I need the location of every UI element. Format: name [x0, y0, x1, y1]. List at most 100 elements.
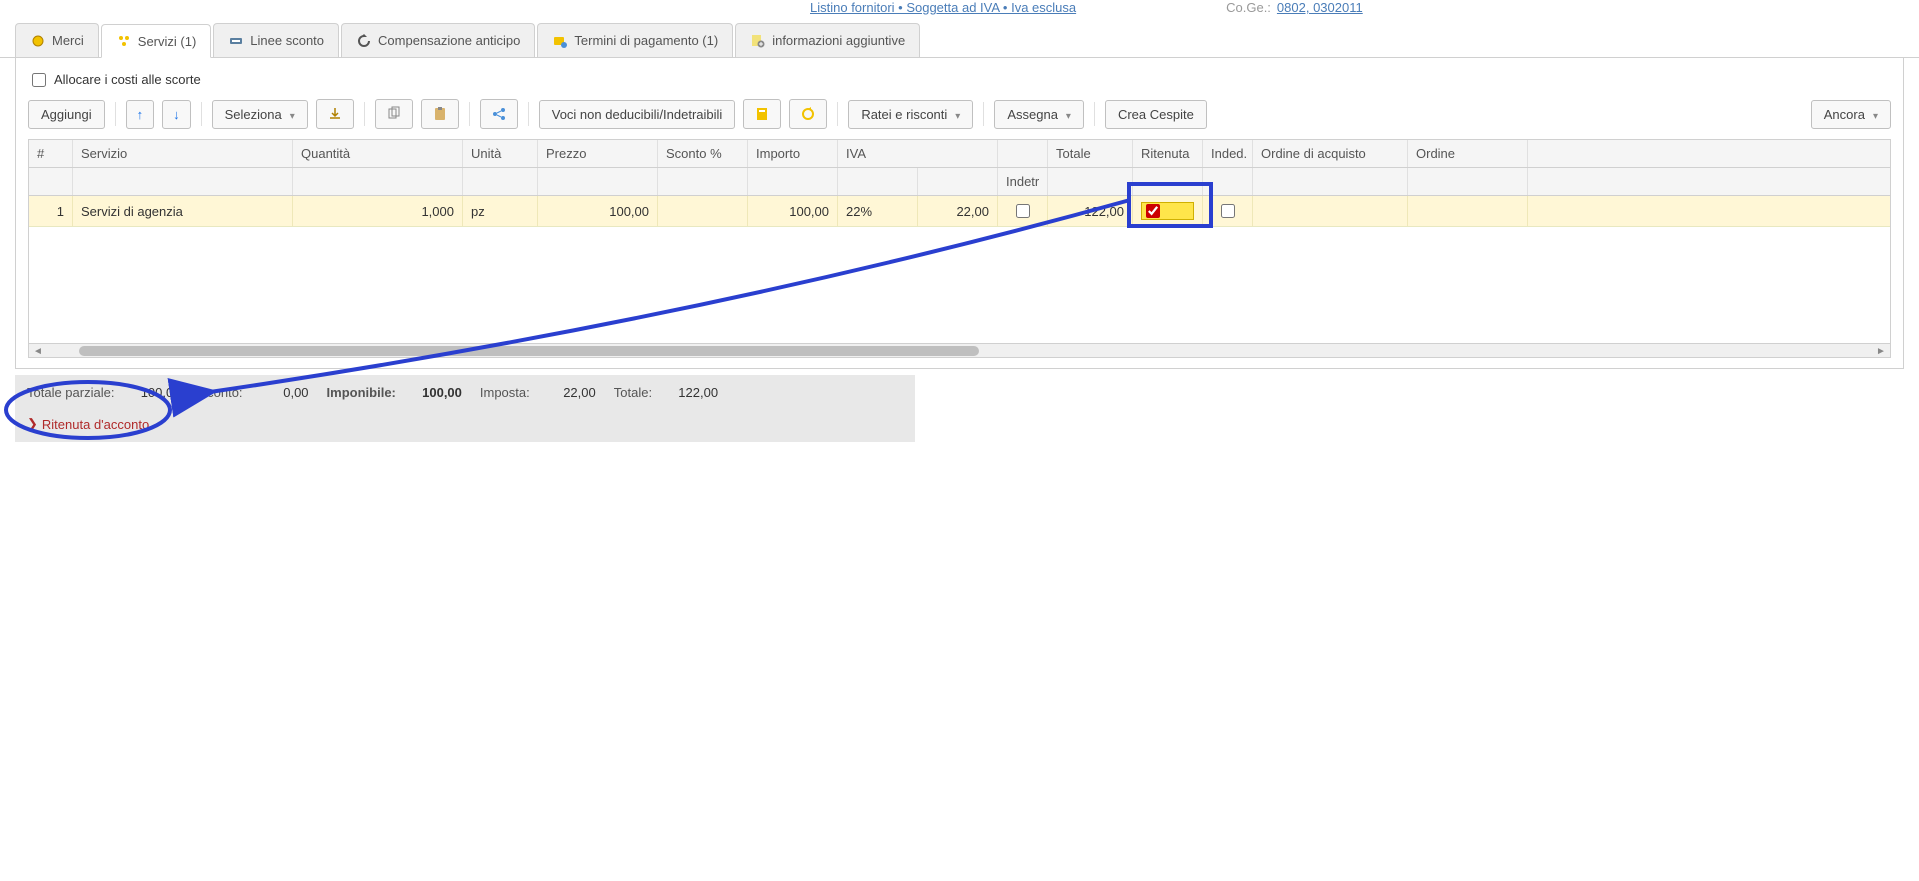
- scroll-thumb[interactable]: [79, 346, 979, 356]
- col-ordine-acq[interactable]: Ordine di acquisto: [1253, 140, 1408, 167]
- cell-unita[interactable]: pz: [463, 196, 538, 226]
- imponibile-val: 100,00: [402, 385, 462, 400]
- select-button[interactable]: Seleziona: [212, 100, 308, 129]
- tab-info-label: informazioni aggiuntive: [772, 33, 905, 48]
- col-indetr-top: [998, 140, 1048, 167]
- discount-icon: [228, 33, 244, 49]
- cell-iva-amt: 22,00: [918, 196, 998, 226]
- voci-button[interactable]: Voci non deducibili/Indetraibili: [539, 100, 736, 129]
- copy-button[interactable]: [375, 99, 413, 129]
- tab-merci-label: Merci: [52, 33, 84, 48]
- col-ritenuta[interactable]: Ritenuta: [1133, 140, 1203, 167]
- paste-button[interactable]: [421, 99, 459, 129]
- tab-servizi-label: Servizi (1): [138, 34, 197, 49]
- horizontal-scrollbar[interactable]: ◄ ►: [29, 343, 1890, 357]
- advance-icon: [356, 33, 372, 49]
- col-unita[interactable]: Unità: [463, 140, 538, 167]
- chevron-right-icon: ❯: [27, 416, 38, 432]
- cell-servizio[interactable]: Servizi di agenzia: [73, 196, 293, 226]
- cell-importo[interactable]: 100,00: [748, 196, 838, 226]
- add-button[interactable]: Aggiungi: [28, 100, 105, 129]
- table-row[interactable]: 1 Servizi di agenzia 1,000 pz 100,00 100…: [29, 196, 1890, 227]
- services-icon: [116, 33, 132, 49]
- arrow-down-icon: [173, 107, 180, 122]
- col-totale[interactable]: Totale: [1048, 140, 1133, 167]
- indetr-checkbox[interactable]: [1016, 204, 1030, 218]
- copy-icon: [386, 106, 402, 122]
- download-icon: [327, 106, 343, 122]
- allocate-checkbox[interactable]: [32, 73, 46, 87]
- tab-servizi[interactable]: Servizi (1): [101, 24, 212, 58]
- col-indetr[interactable]: Indetr: [998, 168, 1048, 195]
- totale-label: Totale:: [614, 385, 652, 400]
- services-grid: # Servizio Quantità Unità Prezzo Sconto …: [28, 139, 1891, 358]
- paste-icon: [432, 106, 448, 122]
- tab-info-agg[interactable]: informazioni aggiuntive: [735, 23, 920, 57]
- ritenuta-acconto-link[interactable]: ❯ Ritenuta d'acconto: [27, 416, 149, 432]
- ancora-button[interactable]: Ancora: [1811, 100, 1891, 129]
- ratei-button[interactable]: Ratei e risconti: [848, 100, 973, 129]
- cell-quantita[interactable]: 1,000: [293, 196, 463, 226]
- goods-icon: [30, 33, 46, 49]
- arrow-up-icon: [137, 107, 144, 122]
- inded-checkbox[interactable]: [1221, 204, 1235, 218]
- tab-linee-label: Linee sconto: [250, 33, 324, 48]
- coge-link[interactable]: 0802, 0302011: [1277, 0, 1363, 15]
- tab-merci[interactable]: Merci: [15, 23, 99, 57]
- cell-prezzo[interactable]: 100,00: [538, 196, 658, 226]
- tab-linee-sconto[interactable]: Linee sconto: [213, 23, 339, 57]
- cell-ordine[interactable]: [1408, 196, 1528, 226]
- scroll-left-icon[interactable]: ◄: [33, 346, 43, 356]
- refresh-button[interactable]: [789, 99, 827, 129]
- cell-indetr[interactable]: [998, 196, 1048, 226]
- refresh-icon: [800, 106, 816, 122]
- totale-parziale-val: 100,00: [120, 385, 180, 400]
- tabs-bar: Merci Servizi (1) Linee sconto Compensaz…: [0, 23, 1919, 58]
- imposta-label: Imposta:: [480, 385, 530, 400]
- calc-button[interactable]: [743, 99, 781, 129]
- cell-ritenuta[interactable]: [1133, 196, 1203, 226]
- cell-inded[interactable]: [1203, 196, 1253, 226]
- move-up-button[interactable]: [126, 100, 155, 129]
- supplier-list-link[interactable]: Listino fornitori • Soggetta ad IVA • Iv…: [810, 0, 1076, 15]
- payment-terms-icon: [552, 33, 568, 49]
- totals-panel: Totale parziale: 100,00 Sconto: 0,00 Impon…: [15, 375, 915, 442]
- ritenuta-checkbox[interactable]: [1146, 204, 1160, 218]
- assegna-button[interactable]: Assegna: [994, 100, 1084, 129]
- ritenuta-link-label: Ritenuta d'acconto: [42, 417, 149, 432]
- col-sconto[interactable]: Sconto %: [658, 140, 748, 167]
- totale-parziale-label: Totale parziale:: [27, 385, 114, 400]
- col-quantita[interactable]: Quantità: [293, 140, 463, 167]
- cell-iva[interactable]: 22%: [838, 196, 918, 226]
- cell-ordine-acq[interactable]: [1253, 196, 1408, 226]
- col-iva[interactable]: IVA: [838, 140, 998, 167]
- imponibile-label: Imponibile:: [327, 385, 396, 400]
- share-icon: [491, 106, 507, 122]
- cell-sconto[interactable]: [658, 196, 748, 226]
- download-button[interactable]: [316, 99, 354, 129]
- col-n[interactable]: #: [29, 140, 73, 167]
- scroll-right-icon[interactable]: ►: [1876, 346, 1886, 356]
- tab-termini[interactable]: Termini di pagamento (1): [537, 23, 733, 57]
- tab-termini-label: Termini di pagamento (1): [574, 33, 718, 48]
- col-servizio[interactable]: Servizio: [73, 140, 293, 167]
- col-ordine[interactable]: Ordine: [1408, 140, 1528, 167]
- sconto-label: Sconto:: [198, 385, 242, 400]
- toolbar: Aggiungi Seleziona Voci non deducibili/I…: [28, 99, 1891, 139]
- services-panel: Allocare i costi alle scorte Aggiungi Se…: [15, 58, 1904, 369]
- tab-comp-label: Compensazione anticipo: [378, 33, 520, 48]
- share-button[interactable]: [480, 99, 518, 129]
- calculator-icon: [754, 106, 770, 122]
- move-down-button[interactable]: [162, 100, 191, 129]
- crea-cespite-button[interactable]: Crea Cespite: [1105, 100, 1207, 129]
- imposta-val: 22,00: [536, 385, 596, 400]
- tab-compensazione[interactable]: Compensazione anticipo: [341, 23, 535, 57]
- additional-info-icon: [750, 33, 766, 49]
- sconto-val: 0,00: [249, 385, 309, 400]
- coge-label: Co.Ge.:: [1226, 0, 1271, 15]
- col-importo[interactable]: Importo: [748, 140, 838, 167]
- col-inded[interactable]: Inded.: [1203, 140, 1253, 167]
- cell-n: 1: [29, 196, 73, 226]
- col-prezzo[interactable]: Prezzo: [538, 140, 658, 167]
- cell-totale: 122,00: [1048, 196, 1133, 226]
